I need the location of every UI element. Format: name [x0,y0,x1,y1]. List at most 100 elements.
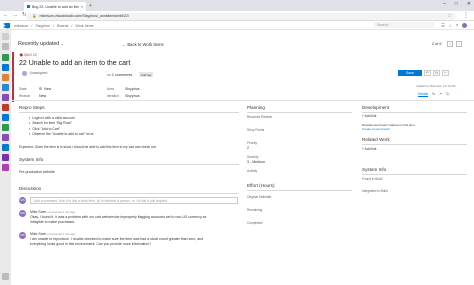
collapse-nav-icon[interactable] [2,273,9,280]
more-actions-icon[interactable]: ⋯ [442,70,449,76]
back-to-work-items-link[interactable]: ← Back to Work Items [122,42,164,47]
new-tab-icon[interactable]: + [89,3,92,9]
test-plans-icon[interactable] [2,94,9,101]
story-points-label: Story Points [247,128,265,132]
close-tab-icon[interactable]: × [81,5,83,9]
found-in-build-label: Found in Build [362,177,383,181]
state-dot-icon [39,87,42,90]
reason-label: Reason [19,94,31,98]
comment-time: commented 1 min ago [47,232,76,236]
tab-title: Bug 22: Unable to add an item t... [32,4,79,9]
pipelines-icon[interactable] [2,84,9,91]
bookmark-star-icon[interactable]: ☆ [448,13,452,19]
help-icon[interactable]: ? [456,23,459,29]
integrated-in-build-label: Integrated in Build [362,189,388,193]
resolved-reason-label: Resolved Reason [247,115,273,119]
effort-divider [247,190,352,191]
delivery-plans-icon[interactable] [2,124,9,131]
activity-label: Activity [247,169,258,173]
comment-input[interactable]: Add a comment. Use # to link a work item… [30,197,238,204]
next-item-icon[interactable]: ↓ [456,41,462,47]
analytics-icon[interactable] [2,144,9,151]
top-bar-icons: ☰ ⌂ ? [441,22,468,29]
extension-icon[interactable] [2,134,9,141]
previous-item-icon[interactable]: ↑ [447,41,453,47]
effort-heading: Effort (Hours) [247,183,275,188]
header-divider [12,100,474,101]
comments-count: 2 comments [111,73,133,77]
dashboards-icon[interactable] [2,164,9,171]
ado-favicon-icon [27,5,30,8]
overview-icon[interactable] [2,43,9,50]
comments-link[interactable]: ▭ 2 comments [107,72,132,77]
iteration-dropdown[interactable]: Sisyphus [125,94,140,98]
left-nav [0,30,11,285]
list-icon[interactable]: ☰ [441,23,445,29]
remaining-label: Remaining [247,208,263,212]
priority-value[interactable]: 2 [247,146,249,150]
discussion-divider [19,193,239,194]
tab-details[interactable]: Details [418,92,429,97]
reason-dropdown[interactable]: New [39,94,46,98]
wiki-icon[interactable] [2,154,9,161]
area-label: Area [107,87,114,91]
queries-icon[interactable] [2,114,9,121]
breadcrumb-sep: / [31,23,33,28]
breadcrumb-boards[interactable]: Boards [57,24,68,28]
recently-updated-dropdown[interactable]: Recently updated ⌄ [18,41,64,47]
bag-icon[interactable]: ⌂ [449,23,452,29]
minimize-icon[interactable]: – [443,1,446,7]
pager-buttons: ↑ ↓ [447,41,462,47]
close-window-icon[interactable]: ✕ [467,1,471,7]
save-button[interactable]: Save [398,70,422,76]
project-icon[interactable] [2,33,9,40]
links-icon[interactable]: ↗ [439,92,442,97]
boards-icon[interactable] [2,54,9,61]
browser-menu-icon[interactable]: ⋮ [463,12,469,19]
area-dropdown[interactable]: Sisyphus [125,87,140,91]
comment-time: commented 1 min ago [47,210,76,214]
severity-value[interactable]: 3 - Medium [247,160,265,164]
repro-steps-list[interactable]: Login in with a valid account Search for… [29,116,93,137]
history-icon[interactable]: ↻ [432,92,435,97]
comment-author[interactable]: Mike Scen [30,232,46,236]
repro-divider [19,112,239,113]
add-development-link[interactable]: + Add link [362,114,376,118]
system-info-value[interactable]: Pre-production website [19,170,55,174]
add-tag-button[interactable]: Add tag [139,72,154,77]
updated-by-note: Updated by Mike Scen 2 hr 29 AM [416,85,456,88]
planning-heading: Planning [247,105,265,110]
breadcrumb-project[interactable]: Sisyphus [35,24,50,28]
user-avatar-icon[interactable] [462,22,468,28]
related-divider [362,144,467,145]
comment-author[interactable]: Mike Scen [30,210,46,214]
priority-label: Priority [247,141,257,145]
create-branch-link[interactable]: Create a new branch [362,127,390,131]
maximize-icon[interactable]: □ [455,1,458,7]
development-note: Development hasn't started on this item.… [362,123,415,131]
breadcrumb-sep: / [71,23,73,28]
back-icon[interactable]: ← [3,12,9,18]
refresh-icon[interactable]: ↻ [433,70,440,76]
recently-updated-label: Recently updated [18,41,60,47]
forward-icon[interactable]: → [13,12,19,18]
address-bar[interactable]: 🔒 mikesum.visualstudio.com/Sisyphus/_wor… [26,12,456,20]
work-item-title[interactable]: 22 Unable to add an item to the cart [19,60,130,67]
attachments-icon[interactable]: 📎 [446,92,450,97]
breadcrumb-org[interactable]: mikesum [14,24,28,28]
repro-step: Observe the "Unable to add to cart" erro… [29,132,93,137]
state-dropdown[interactable]: New [39,87,51,91]
undo-icon[interactable]: ↶ [424,70,431,76]
bug-accent-bar [12,52,14,102]
browser-tab[interactable]: Bug 22: Unable to add an item t... × [24,2,86,11]
system-info-heading: System Info [19,157,44,162]
right-system-info-divider [362,174,467,175]
search-input[interactable]: Search [374,22,434,28]
repos-icon[interactable] [2,74,9,81]
add-related-link[interactable]: + Add link [362,147,376,151]
artifacts-icon[interactable] [2,104,9,111]
work-items-icon[interactable] [2,64,9,71]
comment-text: Okay. I found it. It was a problem with … [30,215,207,219]
assignee[interactable]: Unassigned [22,71,47,76]
breadcrumb-workitems[interactable]: Work Items [75,24,93,28]
